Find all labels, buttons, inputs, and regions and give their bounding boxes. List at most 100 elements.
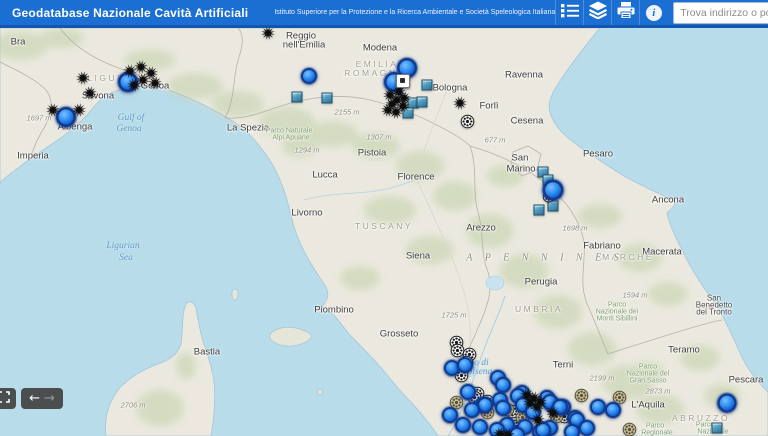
map-label-1594-m: 1594 m <box>622 291 647 300</box>
cavity-marker-blue[interactable] <box>472 419 488 435</box>
map-label-ligurian: Ligurian <box>106 241 139 251</box>
map-label-gran-sasso: Gran Sasso <box>630 378 667 385</box>
cavity-marker-star[interactable] <box>46 103 61 118</box>
cavity-marker-star[interactable] <box>76 71 91 86</box>
map-label-florence: Florence <box>398 172 435 183</box>
map-label-benedetto: Benedetto <box>696 301 732 310</box>
cavity-marker-star[interactable] <box>261 28 276 41</box>
map-label-terni: Terni <box>553 360 574 371</box>
map-label-pescara: Pescara <box>729 375 764 386</box>
cavity-marker-gear-tan[interactable] <box>575 389 590 404</box>
map-label-cesena: Cesena <box>511 116 544 127</box>
cavity-marker-blue[interactable] <box>543 180 564 201</box>
map-label-ancona: Ancona <box>652 195 684 206</box>
legend-button[interactable] <box>555 0 583 25</box>
cavity-marker-cube[interactable] <box>712 423 723 434</box>
map-label-pesaro: Pesaro <box>583 149 613 160</box>
cavity-marker-cube[interactable] <box>534 205 545 216</box>
cavity-marker-star[interactable] <box>72 103 87 118</box>
map-label-nazionale-dei: Nazionale dei <box>596 309 638 316</box>
cavity-marker-blue[interactable] <box>464 402 480 418</box>
map-label-bastia: Bastia <box>194 347 220 358</box>
cavity-marker-blue[interactable] <box>717 393 736 412</box>
cavity-marker-cube[interactable] <box>422 80 433 91</box>
layers-icon <box>588 1 608 24</box>
map-label-1698-m: 1698 m <box>562 224 587 233</box>
cavity-marker-selected[interactable] <box>396 74 410 88</box>
map-label-piombino: Piombino <box>314 305 354 316</box>
print-button[interactable] <box>611 0 639 25</box>
cavity-marker-blue[interactable] <box>442 407 458 423</box>
map-label-bra: Bra <box>11 37 26 48</box>
map-label-gulf-of: Gulf of <box>118 113 145 123</box>
cavity-marker-blue[interactable] <box>590 399 606 415</box>
map-annotations: BraReggionell'EmiliaModenaBolognaRavenna… <box>0 28 768 436</box>
cavity-marker-star[interactable] <box>127 78 142 93</box>
layers-button[interactable] <box>583 0 611 25</box>
map-label-livorno: Livorno <box>291 208 322 219</box>
cavity-marker-star[interactable] <box>531 413 546 428</box>
map-label-reggio: Reggio <box>286 31 316 42</box>
map-label-teramo: Teramo <box>668 345 700 356</box>
cavity-marker-star[interactable] <box>389 105 404 120</box>
app-title: Geodatabase Nazionale Cavità Artificiali <box>12 6 248 20</box>
cavity-marker-star[interactable] <box>83 86 98 101</box>
map-canvas[interactable]: BraReggionell'EmiliaModenaBolognaRavenna… <box>0 28 768 436</box>
map-label-grosseto: Grosseto <box>380 329 419 340</box>
fullscreen-button[interactable] <box>0 388 16 409</box>
map-label-macerata: Macerata <box>642 247 682 258</box>
cavity-marker-blue[interactable] <box>495 377 511 393</box>
map-label-san: San <box>707 294 721 303</box>
map-label-fabriano: Fabriano <box>583 241 621 252</box>
cavity-marker-star[interactable] <box>501 428 516 436</box>
cavity-marker-blue[interactable] <box>605 402 621 418</box>
cavity-marker-blue[interactable] <box>495 400 511 416</box>
map-label-del-tronto: del Tronto <box>696 308 732 317</box>
map-label-la-spezia: La Spezia <box>227 123 269 134</box>
cavity-marker-cube[interactable] <box>417 97 428 108</box>
map-label-parco: Parco <box>646 423 664 430</box>
history-back-button[interactable]: ← <box>29 392 40 405</box>
cavity-marker-blue[interactable] <box>579 420 595 436</box>
map-label-2199-m: 2199 m <box>589 374 614 383</box>
cavity-marker-blue[interactable] <box>564 424 580 436</box>
map-label-tuscany: TUSCANY <box>355 221 413 231</box>
map-label-umbria: UMBRIA <box>515 304 563 314</box>
map-label-sea: Sea <box>119 253 133 263</box>
toolbar: i <box>555 0 667 25</box>
map-label-a-p-e-n-n-i-n-e-s: A P E N N I N E S <box>466 253 623 264</box>
history-forward-button[interactable]: → <box>44 392 55 405</box>
cavity-marker-star[interactable] <box>546 406 561 421</box>
map-label-san: San <box>512 153 529 164</box>
cavity-marker-star[interactable] <box>148 76 163 91</box>
map-label-monti-sibillini: Monti Sibillini <box>597 316 638 323</box>
map-label-bologna: Bologna <box>433 83 468 94</box>
map-label-regionale: Regionale <box>641 430 673 436</box>
map-label-forl: Forlì <box>480 101 499 112</box>
print-icon <box>617 2 635 24</box>
cavity-marker-star[interactable] <box>397 91 412 106</box>
map-label-modena: Modena <box>363 43 397 54</box>
cavity-marker-blue[interactable] <box>460 384 476 400</box>
cavity-marker-star[interactable] <box>453 96 468 111</box>
cavity-marker-gear-tan[interactable] <box>623 423 638 436</box>
map-label-2706-m: 2706 m <box>120 401 145 410</box>
cavity-marker-blue[interactable] <box>457 357 473 373</box>
map-label-2155-m: 2155 m <box>334 108 359 117</box>
cavity-marker-cube[interactable] <box>292 92 303 103</box>
cavity-marker-blue[interactable] <box>301 68 317 84</box>
map-label-ravenna: Ravenna <box>505 70 543 81</box>
map-label-perugia: Perugia <box>525 277 558 288</box>
map-label-1725-m: 1725 m <box>441 311 466 320</box>
cavity-marker-cube[interactable] <box>322 93 333 104</box>
map-label-arezzo: Arezzo <box>466 223 496 234</box>
app-subtitle: Istituto Superiore per la Protezione e l… <box>274 9 555 16</box>
map-label-pistoia: Pistoia <box>358 148 387 159</box>
info-button[interactable]: i <box>639 0 667 25</box>
map-label-marche: MARCHE <box>602 252 654 262</box>
map-label-2873-m: 2873 m <box>645 387 670 396</box>
cavity-marker-blue[interactable] <box>455 417 471 433</box>
history-controls: ← → <box>21 388 63 409</box>
search-input[interactable] <box>673 2 768 24</box>
cavity-marker-gear[interactable] <box>461 115 476 130</box>
